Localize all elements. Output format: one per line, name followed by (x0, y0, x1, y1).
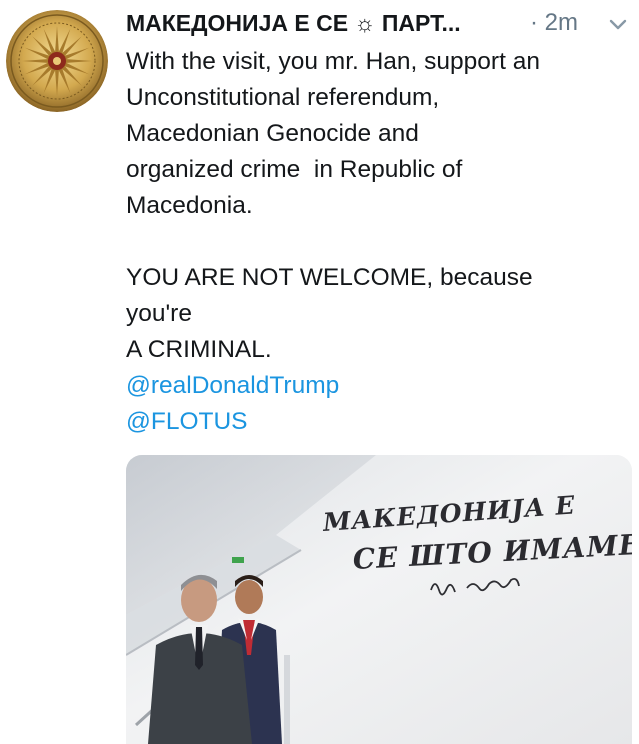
tweet[interactable]: МАКЕДОНИЈА Е СЕ ☼ ПАРТ... · 2m With the … (0, 0, 639, 744)
tweet-text-line: organized crime in Republic of (126, 156, 463, 183)
mention-link-flotus[interactable]: @FLOTUS (126, 404, 626, 440)
mention-link-realdonaldtrump[interactable]: @realDonaldTrump (126, 368, 626, 404)
timestamp[interactable]: · 2m (530, 9, 578, 37)
tweet-text-line: Unconstitutional referendum, (126, 84, 440, 111)
paragraph-break (126, 224, 626, 260)
author-name[interactable]: МАКЕДОНИЈА Е СЕ ☼ ПАРТ... (126, 9, 461, 37)
tweet-text-line: YOU ARE NOT WELCOME, because (126, 264, 533, 291)
tweet-text-line: With the visit, you mr. Han, support an (126, 48, 540, 75)
tweet-text: With the visit, you mr. Han, support an … (126, 44, 626, 440)
tweet-photo[interactable]: МАКЕДОНИЈА Е СЕ ШТО ИМАМЕ (126, 455, 632, 744)
tweet-text-line: you're (126, 300, 192, 327)
chevron-down-icon[interactable] (608, 18, 628, 32)
tweet-text-line: Macedonian Genocide and (126, 120, 419, 147)
vergina-sun-icon (6, 10, 108, 112)
author-avatar[interactable] (6, 10, 108, 112)
tweet-text-line: Macedonia. (126, 192, 253, 219)
tweet-text-line: A CRIMINAL. (126, 336, 272, 363)
tweet-header: МАКЕДОНИЈА Е СЕ ☼ ПАРТ... · 2m (126, 6, 632, 40)
